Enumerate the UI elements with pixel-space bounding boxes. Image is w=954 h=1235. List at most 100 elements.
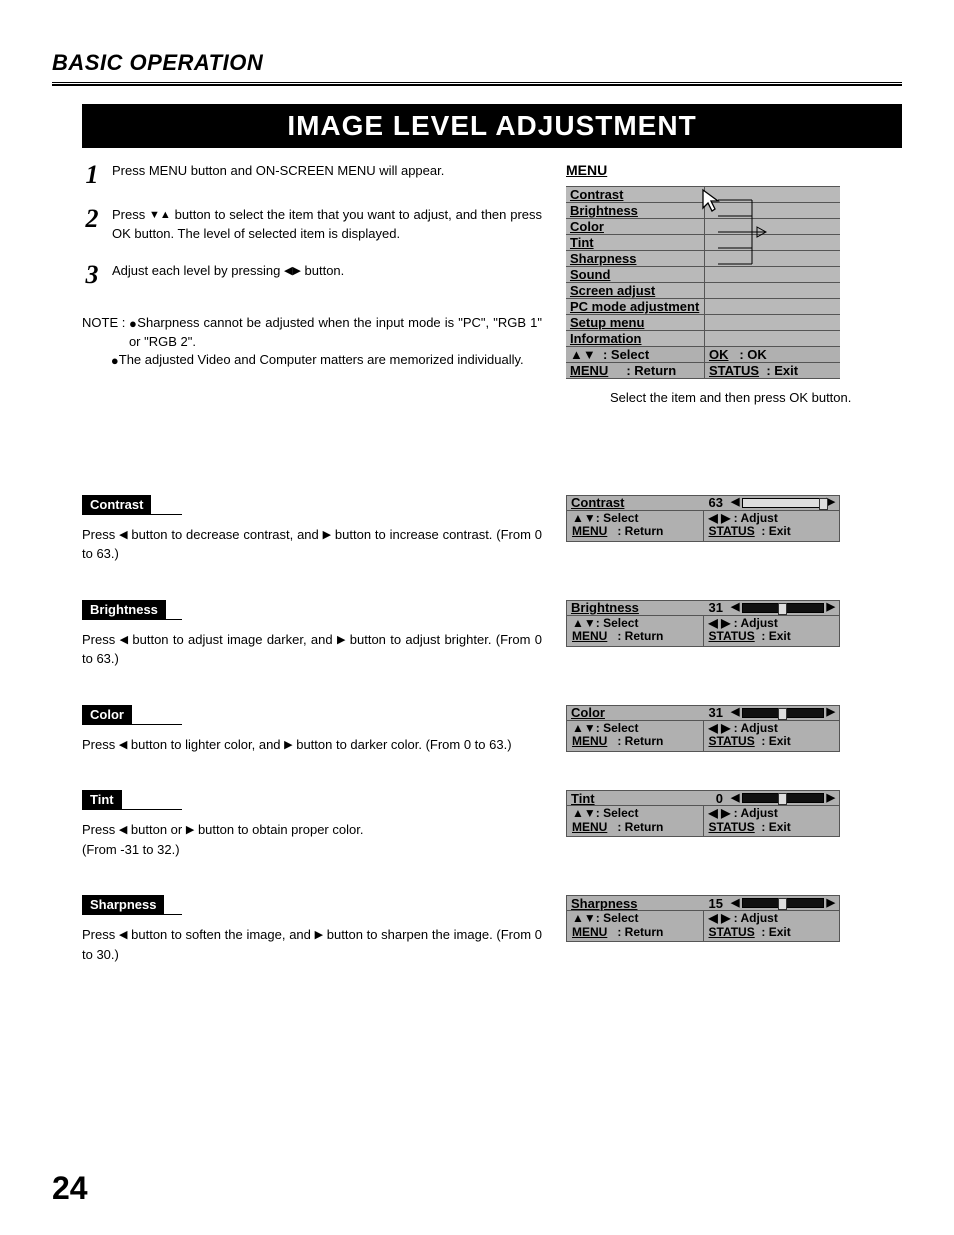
label: MENU (572, 820, 607, 834)
text: button to lighter color, and (127, 737, 284, 752)
adjustment-description: Press ◀ button to adjust image darker, a… (82, 630, 542, 669)
osd-menu-item: Contrast (570, 187, 623, 202)
right-icon: ▶ (827, 707, 835, 718)
label: OK (709, 347, 729, 362)
adjustment-contrast: Contrast Press ◀ button to decrease contr… (82, 495, 902, 564)
osd-adjust-name: Sharpness (571, 896, 637, 911)
osd-menu-row: Sound (566, 266, 840, 282)
text: Press (82, 737, 119, 752)
note-text: The adjusted Video and Computer matters … (119, 352, 524, 367)
osd-adjust-name: Contrast (571, 495, 624, 510)
right-icon: ▶ (827, 898, 835, 909)
step-text: Press ▼▲ button to select the item that … (112, 206, 542, 244)
adjustment-description: Press ◀ button to decrease contrast, and… (82, 525, 542, 564)
osd-caption: Select the item and then press OK button… (610, 389, 902, 407)
label: ▲▼: Select (572, 722, 698, 736)
text: Press (82, 527, 119, 542)
note-text: Sharpness cannot be adjusted when the in… (129, 315, 542, 349)
osd-adjust-panel: Contrast63◀▶▲▼: SelectMENU : Return◀ ▶ :… (566, 495, 840, 542)
label: : Return (607, 820, 663, 834)
osd-menu-row: Sharpness (566, 250, 840, 266)
osd-adjust-name: Tint (571, 791, 595, 806)
adjustment-label: Contrast (82, 495, 151, 514)
label: ◀ ▶ : Adjust (709, 912, 835, 926)
osd-menu-row: Setup menu (566, 314, 840, 330)
adjustment-label: Color (82, 705, 132, 724)
label: STATUS (709, 820, 755, 834)
osd-menu-row: Tint (566, 234, 840, 250)
osd-adjust-panel: Color31◀▶▲▼: SelectMENU : Return◀ ▶ : Ad… (566, 705, 840, 752)
osd-menu-row: Brightness (566, 202, 840, 218)
right-icon: ▶ (323, 530, 331, 541)
step-text: Adjust each level by pressing ◀▶ button. (112, 262, 542, 288)
label: ◀ ▶ : Adjust (709, 617, 835, 631)
adjustment-description: Press ◀ button or ▶ button to obtain pro… (82, 820, 542, 859)
label: : Return (607, 524, 663, 538)
step-number: 2 (82, 206, 102, 244)
label: MENU (572, 629, 607, 643)
note-block: NOTE : ● Sharpness cannot be adjusted whe… (82, 314, 542, 371)
text: Press (82, 632, 120, 647)
left-icon: ◀ (731, 898, 739, 909)
label: MENU (572, 524, 607, 538)
osd-menu-item: Tint (570, 235, 594, 250)
note-indent (82, 351, 111, 370)
osd-footer-row: ▲▼ : SelectOK : OK (566, 346, 840, 362)
label: : Exit (755, 820, 791, 834)
label: STATUS (709, 734, 755, 748)
label: MENU (570, 363, 608, 378)
text: Press (112, 207, 149, 222)
label: : Return (607, 734, 663, 748)
right-icon: ▶ (284, 740, 292, 751)
left-right-icon: ◀▶ (284, 266, 301, 277)
label: STATUS (709, 363, 759, 378)
slider-track (742, 498, 823, 508)
left-icon: ◀ (731, 707, 739, 718)
step-1: 1 Press MENU button and ON-SCREEN MENU w… (82, 162, 542, 188)
step-number: 3 (82, 262, 102, 288)
osd-adjust-value: 15 (693, 895, 727, 911)
text: button to adjust image darker, and (128, 632, 337, 647)
page-banner: IMAGE LEVEL ADJUSTMENT (82, 104, 902, 148)
label: MENU (572, 925, 607, 939)
adjustment-tint: Tint Press ◀ button or ▶ button to obtain… (82, 790, 902, 859)
osd-menu-row: PC mode adjustment (566, 298, 840, 314)
osd-menu-item: Brightness (570, 203, 638, 218)
label: ◀ ▶ : Adjust (709, 512, 835, 526)
label: : Select (603, 347, 649, 362)
label: ▲▼: Select (572, 512, 698, 526)
osd-menu-item: PC mode adjustment (570, 299, 699, 314)
osd-adjust-value: 31 (693, 600, 727, 616)
adjustment-label: Tint (82, 790, 122, 809)
label: : Exit (755, 925, 791, 939)
note-label: NOTE : (82, 314, 129, 352)
divider (52, 84, 902, 86)
osd-adjust-value: 63 (693, 495, 727, 511)
label: ◀ ▶ : Adjust (709, 807, 835, 821)
right-icon: ▶ (827, 497, 835, 508)
left-icon: ◀ (731, 602, 739, 613)
label: : Exit (755, 734, 791, 748)
osd-adjust-panel: Sharpness15◀▶▲▼: SelectMENU : Return◀ ▶ … (566, 895, 840, 942)
text: button to select the item that you want … (112, 207, 542, 241)
menu-heading: MENU (566, 162, 902, 178)
bullet-icon: ● (111, 353, 119, 368)
osd-adjust-name: Brightness (571, 600, 639, 615)
label: : Exit (755, 629, 791, 643)
label: STATUS (709, 925, 755, 939)
step-number: 1 (82, 162, 102, 188)
left-icon: ◀ (119, 530, 127, 541)
adjustment-brightness: Brightness Press ◀ button to adjust image… (82, 600, 902, 669)
osd-menu-item: Setup menu (570, 315, 644, 330)
osd-menu-item: Sharpness (570, 251, 636, 266)
text: button. (301, 263, 344, 278)
updown-icon: ▲▼ (570, 347, 596, 362)
adjustment-color: Color Press ◀ button to lighter color, an… (82, 705, 902, 755)
label: STATUS (709, 629, 755, 643)
osd-menu: ContrastBrightnessColorTintSharpnessSoun… (566, 186, 840, 379)
adjustment-description: Press ◀ button to lighter color, and ▶ b… (82, 735, 542, 755)
right-icon: ▶ (827, 602, 835, 613)
slider-track (742, 793, 823, 803)
slider-fill (743, 499, 822, 507)
page-number: 24 (52, 1170, 88, 1207)
